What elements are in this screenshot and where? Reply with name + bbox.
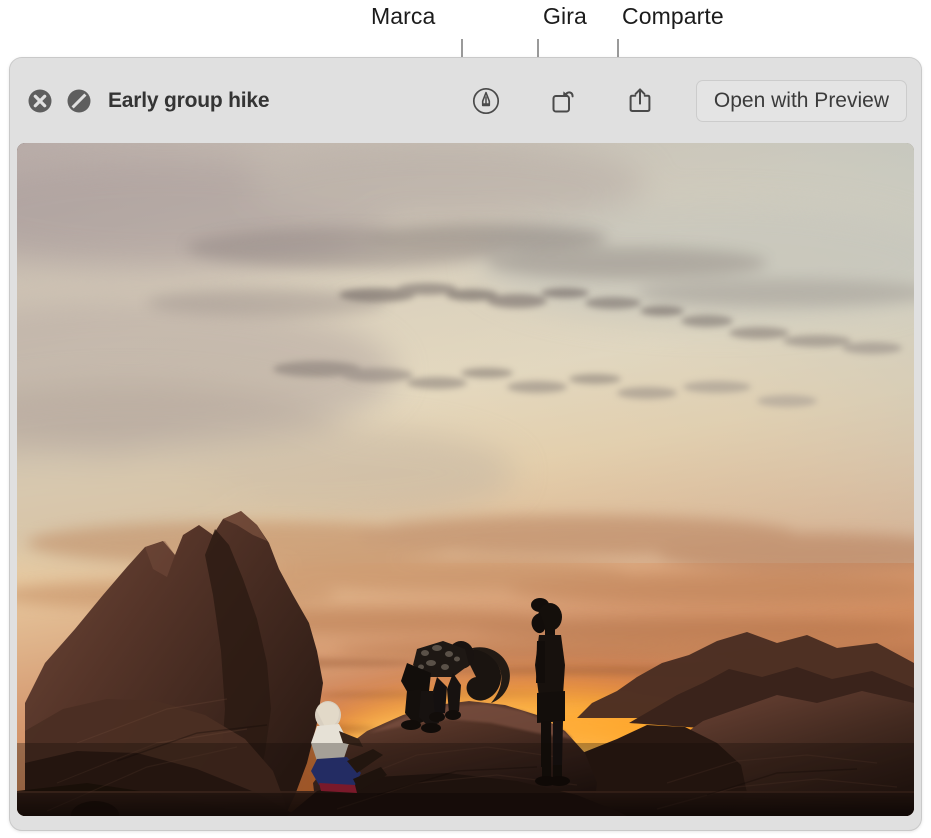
callout-label-marca: Marca (371, 3, 436, 29)
window-toolbar: Early group hike Open with Preview (10, 58, 921, 143)
page-title: Early group hike (108, 88, 270, 112)
callout-label-comparte: Comparte (622, 3, 724, 29)
quick-look-window: Early group hike Open with Preview (9, 57, 922, 831)
close-icon[interactable] (23, 84, 57, 118)
preview-photo (17, 143, 914, 816)
no-entry-icon[interactable] (62, 84, 96, 118)
callout-label-gira: Gira (543, 3, 587, 29)
rotate-icon[interactable] (541, 81, 585, 121)
markup-icon[interactable] (464, 81, 508, 121)
screenshot-root: Marca Gira Comparte Early group hike Ope… (0, 0, 931, 838)
open-with-preview-button[interactable]: Open with Preview (695, 79, 907, 122)
share-icon[interactable] (618, 81, 662, 121)
